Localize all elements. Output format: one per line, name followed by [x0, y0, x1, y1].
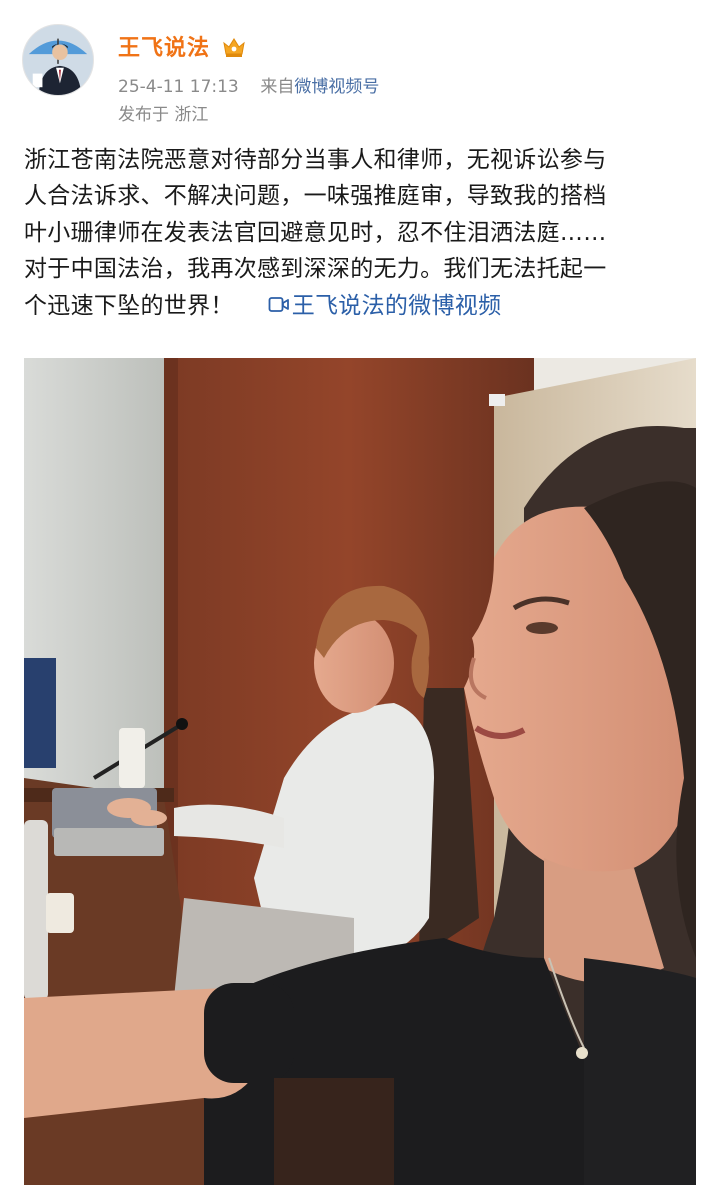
video-link[interactable]: 王飞说法的微博视频: [268, 293, 502, 319]
vip-crown-icon[interactable]: [222, 36, 246, 58]
post-text: 浙江苍南法院恶意对待部分当事人和律师，无视诉讼参与 人合法诉求、不解决问题，一味…: [24, 142, 696, 324]
post-text-line: 个迅速下坠的世界！: [24, 292, 234, 319]
post-text-line-last: 个迅速下坠的世界！ 王飞说法的微博视频: [24, 288, 696, 324]
video-thumbnail[interactable]: [24, 358, 696, 1185]
post-text-line: 对于中国法治，我再次感到深深的无力。我们无法托起一: [24, 256, 607, 283]
post-text-line: 浙江苍南法院恶意对待部分当事人和律师，无视诉讼参与: [24, 147, 607, 173]
author-avatar[interactable]: [22, 24, 94, 96]
post-location: 发布于 浙江: [118, 105, 209, 125]
source-prefix: 来自: [260, 77, 295, 97]
post-meta: 25-4-11 17:13 来自微博视频号: [118, 72, 379, 97]
video-frame-image: [24, 358, 696, 1185]
video-link-label: 王飞说法的微博视频: [291, 292, 502, 319]
post-text-line: 叶小珊律师在发表法官回避意见时，忍不住泪洒法庭……: [24, 219, 607, 246]
weibo-post: 王飞说法 25-4-11 17:13 来自微博视频号 发布于 浙江 浙江苍南法院…: [0, 0, 719, 1200]
video-play-icon: [268, 296, 289, 312]
avatar-image: [23, 25, 93, 95]
source-link[interactable]: 微博视频号: [294, 77, 379, 97]
author-name[interactable]: 王飞说法: [118, 30, 210, 62]
post-time: 25-4-11 17:13: [118, 77, 239, 97]
post-text-line: 人合法诉求、不解决问题，一味强推庭审，导致我的搭档: [24, 183, 607, 210]
